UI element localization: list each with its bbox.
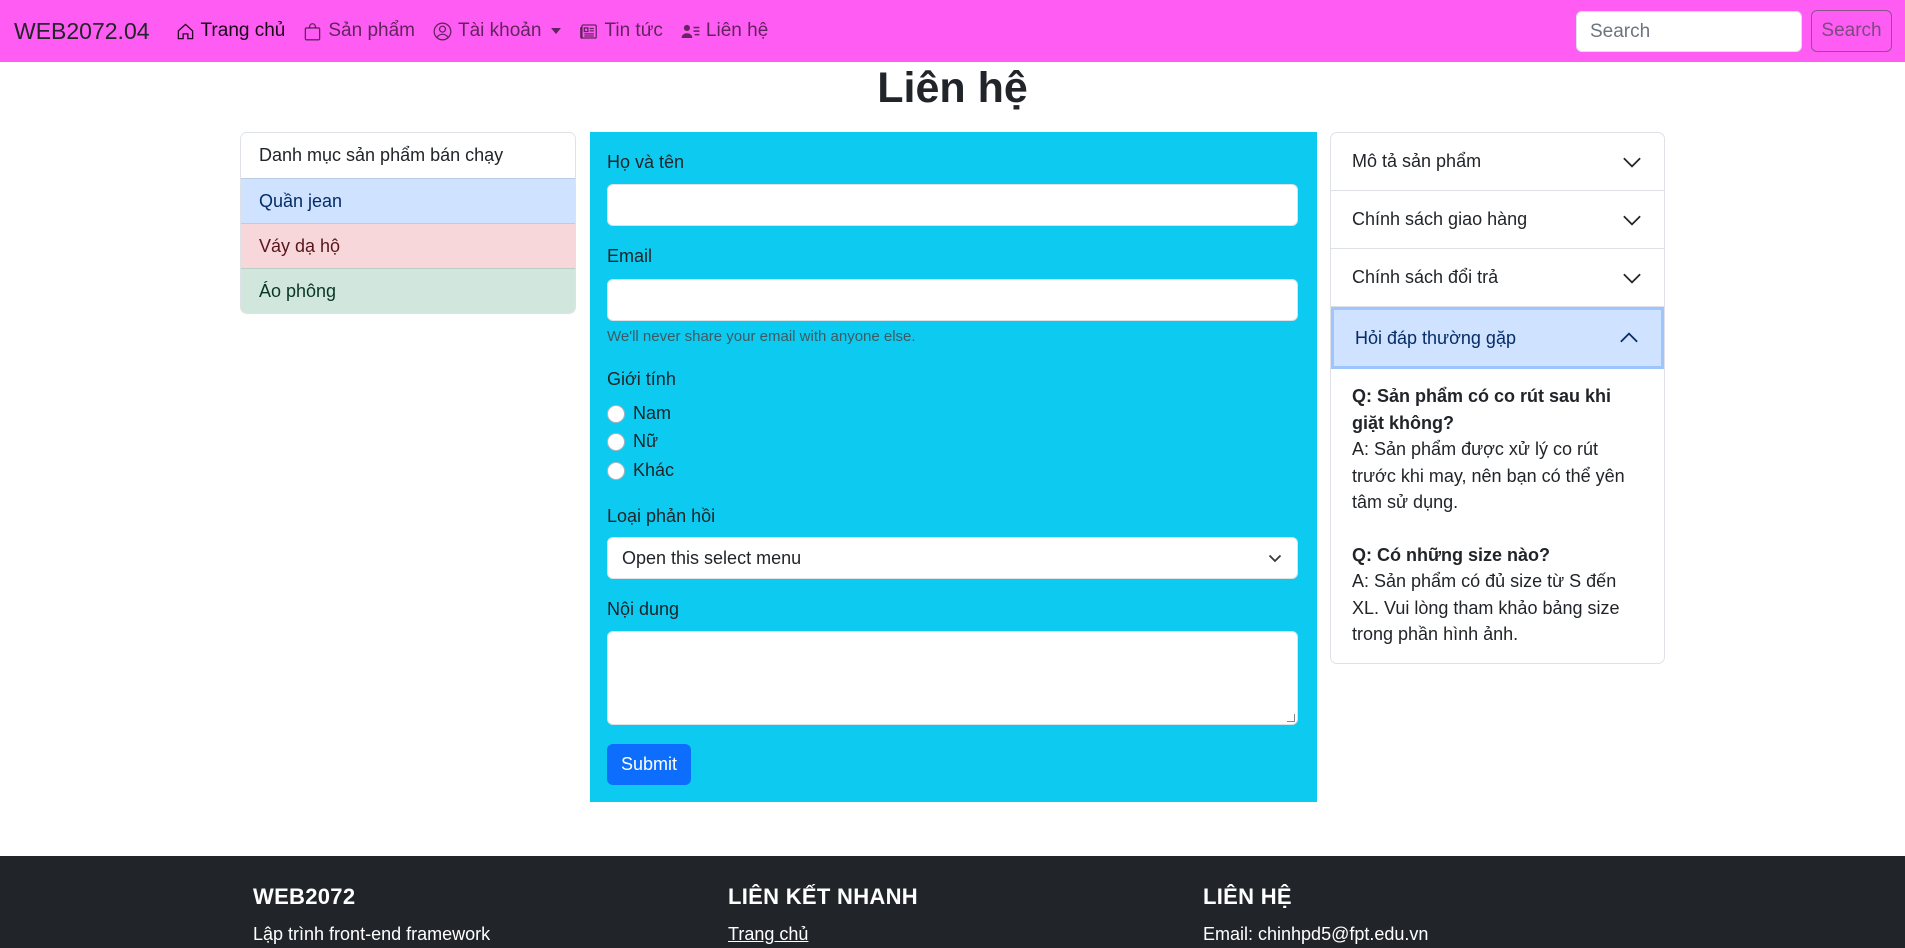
list-item-header: Danh mục sản phẩm bán chạy [241, 133, 575, 178]
accordion-title: Chính sách đổi trả [1352, 267, 1499, 287]
faq-answer: A: Sản phẩm có đủ size từ S đến XL. Vui … [1352, 571, 1620, 644]
content-label: Nội dung [607, 599, 680, 619]
footer: WEB2072 Lập trình front-end framework LI… [0, 856, 1905, 948]
gender-option-male[interactable]: Nam [607, 403, 671, 424]
chevron-down-icon [1268, 554, 1282, 563]
email-label: Email [607, 246, 653, 266]
footer-text: Lập trình front-end framework [253, 924, 491, 944]
nav-contact-label: Liên hệ [705, 20, 769, 41]
feedback-type-select[interactable]: Open this select menu [607, 537, 1298, 579]
email-field[interactable] [607, 279, 1298, 321]
nav-account-label: Tài khoản [458, 20, 542, 41]
accordion-item-description[interactable]: Mô tả sản phẩm [1331, 133, 1664, 191]
list-item-jeans[interactable]: Quần jean [241, 178, 575, 223]
bag-icon [305, 22, 321, 40]
resize-handle[interactable] [1287, 714, 1295, 722]
accordion-item-shipping[interactable]: Chính sách giao hàng [1331, 191, 1664, 249]
radio-female[interactable] [607, 432, 625, 451]
footer-title: WEB2072 [253, 884, 356, 909]
caret-down-icon [551, 28, 562, 34]
feedback-type-label: Loại phản hồi [607, 506, 716, 526]
footer-email: Email: chinhpd5@fpt.edu.vn [1203, 924, 1429, 944]
nav-news[interactable]: Tin tức [579, 20, 663, 42]
search-input[interactable]: Search [1576, 11, 1802, 52]
radio-other[interactable] [607, 461, 625, 480]
nav-account-dropdown[interactable]: Tài khoản [433, 20, 562, 42]
gender-option-other[interactable]: Khác [607, 460, 674, 481]
radio-male[interactable] [607, 404, 625, 423]
accordion-title: Mô tả sản phẩm [1352, 151, 1482, 171]
faq-answer: A: Sản phẩm được xử lý co rút trước khi … [1352, 439, 1625, 512]
footer-col-about: WEB2072 Lập trình front-end framework [253, 884, 490, 945]
footer-col-links: LIÊN KẾT NHANH Trang chủ [728, 884, 918, 945]
chevron-down-icon [1623, 157, 1641, 168]
accordion-item-faq[interactable]: Hỏi đáp thường gặp [1331, 307, 1664, 369]
house-icon [177, 22, 193, 39]
list-item-dresses[interactable]: Váy dạ hộ [241, 223, 575, 268]
email-help-text: We'll never share your email with anyone… [607, 328, 916, 345]
list-item-tshirts[interactable]: Áo phông [241, 268, 575, 313]
faq-body: Q: Sản phẩm có co rút sau khi giặt không… [1331, 369, 1664, 648]
page-title: Liên hệ [877, 64, 1028, 112]
submit-button[interactable]: Submit [607, 744, 691, 785]
faq-question: Q: Sản phẩm có co rút sau khi giặt không… [1352, 386, 1612, 433]
nav-news-label: Tin tức [604, 20, 663, 41]
radio-other-label: Khác [633, 460, 675, 480]
accordion: Mô tả sản phẩm Chính sách giao hàng Chín… [1330, 132, 1665, 664]
footer-link-home[interactable]: Trang chủ [728, 924, 918, 945]
faq-question: Q: Có những size nào? [1352, 544, 1551, 565]
bestseller-list: Danh mục sản phẩm bán chạy Quần jean Váy… [240, 132, 576, 314]
nav-products-label: Sản phẩm [328, 20, 415, 41]
content-textarea[interactable] [607, 631, 1298, 725]
footer-title: LIÊN HỆ [1203, 884, 1292, 909]
person-lines-icon [681, 24, 700, 38]
footer-title: LIÊN KẾT NHANH [728, 884, 918, 909]
nav-home-label: Trang chủ [200, 20, 286, 41]
radio-female-label: Nữ [633, 431, 659, 451]
accordion-title: Hỏi đáp thường gặp [1355, 327, 1516, 348]
accordion-title: Chính sách giao hàng [1352, 209, 1528, 229]
nav-products[interactable]: Sản phẩm [303, 20, 415, 42]
chevron-down-icon [1623, 273, 1641, 284]
brand-link[interactable]: WEB2072.04 [14, 18, 150, 45]
gender-label: Giới tính [607, 369, 676, 389]
name-label: Họ và tên [607, 152, 685, 172]
chevron-down-icon [1623, 215, 1641, 226]
navbar: WEB2072.04 Trang chủ Sản phẩm Tài khoản … [0, 0, 1905, 62]
footer-col-contact: LIÊN HỆ Email: chinhpd5@fpt.edu.vn [1203, 884, 1428, 945]
nav-home[interactable]: Trang chủ [176, 20, 286, 42]
nav-contact[interactable]: Liên hệ [681, 20, 768, 42]
radio-male-label: Nam [633, 403, 672, 423]
contact-form: Họ và tên Email We'll never share your e… [590, 132, 1317, 802]
newspaper-icon [580, 23, 598, 39]
feedback-type-selected: Open this select menu [622, 547, 802, 568]
accordion-item-returns[interactable]: Chính sách đổi trả [1331, 249, 1664, 307]
search-button[interactable]: Search [1811, 10, 1892, 52]
chevron-up-icon [1620, 332, 1638, 343]
name-field[interactable] [607, 184, 1298, 226]
gender-option-female[interactable]: Nữ [607, 431, 658, 452]
person-circle-icon [433, 22, 452, 40]
